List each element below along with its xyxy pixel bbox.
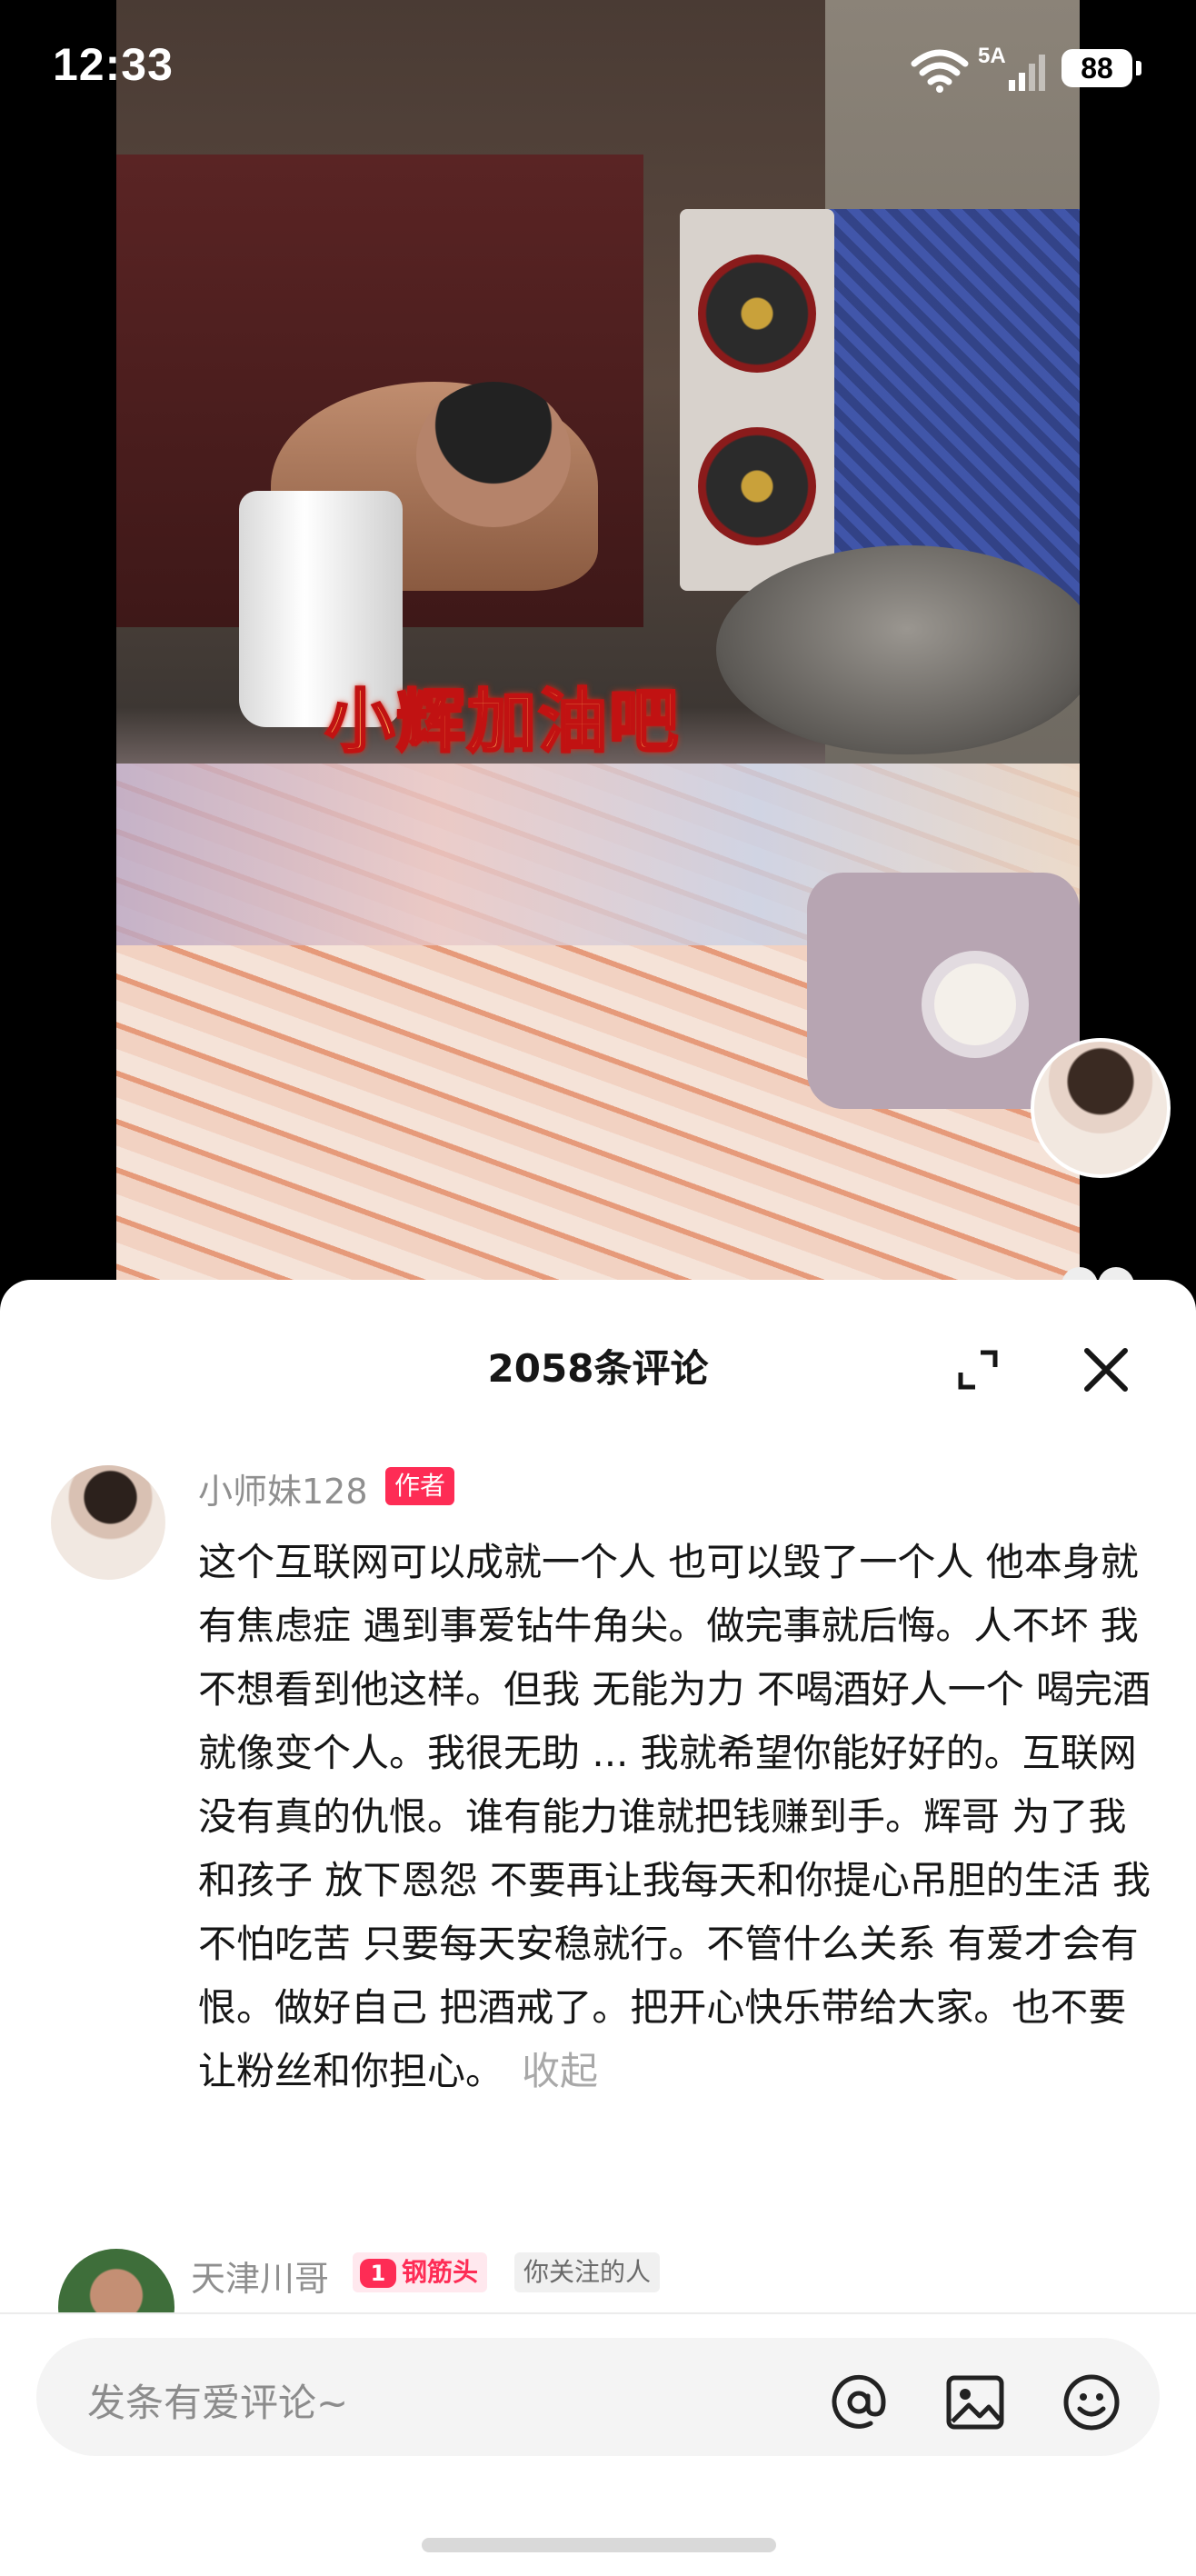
comments-count-title: 2058条评论 xyxy=(487,1346,709,1391)
author-badge: 作者 xyxy=(385,1467,455,1505)
fan-level-badge: 1 钢筋头 xyxy=(353,2252,488,2292)
comment-username[interactable]: 天津川哥 xyxy=(191,2251,329,2301)
heart-level-icon: 1 xyxy=(360,2259,396,2288)
wifi-icon xyxy=(911,49,969,93)
status-bar: 12:33 5A 88 xyxy=(0,0,1196,136)
emoji-icon[interactable] xyxy=(1060,2371,1123,2434)
video-player[interactable]: 小辉加油吧 xyxy=(116,0,1080,1286)
following-badge: 你关注的人 xyxy=(514,2252,661,2292)
video-scene-pot xyxy=(716,545,1080,754)
fan-badge-label: 钢筋头 xyxy=(402,2257,479,2287)
comment-input-placeholder[interactable]: 发条有爱评论~ xyxy=(87,2372,348,2428)
expand-icon[interactable] xyxy=(957,1349,999,1391)
comment-username[interactable]: 小师妹128 xyxy=(198,1463,368,1513)
video-scene-head xyxy=(416,382,571,527)
creator-avatar[interactable] xyxy=(1031,1038,1171,1178)
video-scene-flower xyxy=(934,964,1016,1045)
at-icon[interactable] xyxy=(827,2371,891,2434)
image-icon[interactable] xyxy=(943,2371,1007,2434)
comment-body: 这个互联网可以成就一个人 也可以毁了一个人 他本身就有焦虑症 遇到事爱钻牛角尖。… xyxy=(198,1540,1151,2093)
battery-tip xyxy=(1136,61,1141,75)
video-scene-speaker-cone xyxy=(698,427,816,545)
close-icon[interactable] xyxy=(1080,1343,1132,1396)
avatar[interactable] xyxy=(51,1465,165,1580)
comment-text[interactable]: 这个互联网可以成就一个人 也可以毁了一个人 他本身就有焦虑症 遇到事爱钻牛角尖。… xyxy=(198,1531,1152,2103)
video-caption: 小辉加油吧 xyxy=(324,680,680,764)
signal-icon xyxy=(1009,55,1045,91)
status-time: 12:33 xyxy=(53,39,174,90)
home-indicator[interactable] xyxy=(422,2538,776,2552)
network-type-label: 5A xyxy=(978,44,1006,68)
battery-icon: 88 xyxy=(1061,49,1132,87)
collapse-link[interactable]: 收起 xyxy=(522,2049,598,2093)
video-scene-speaker-cone xyxy=(698,255,816,373)
